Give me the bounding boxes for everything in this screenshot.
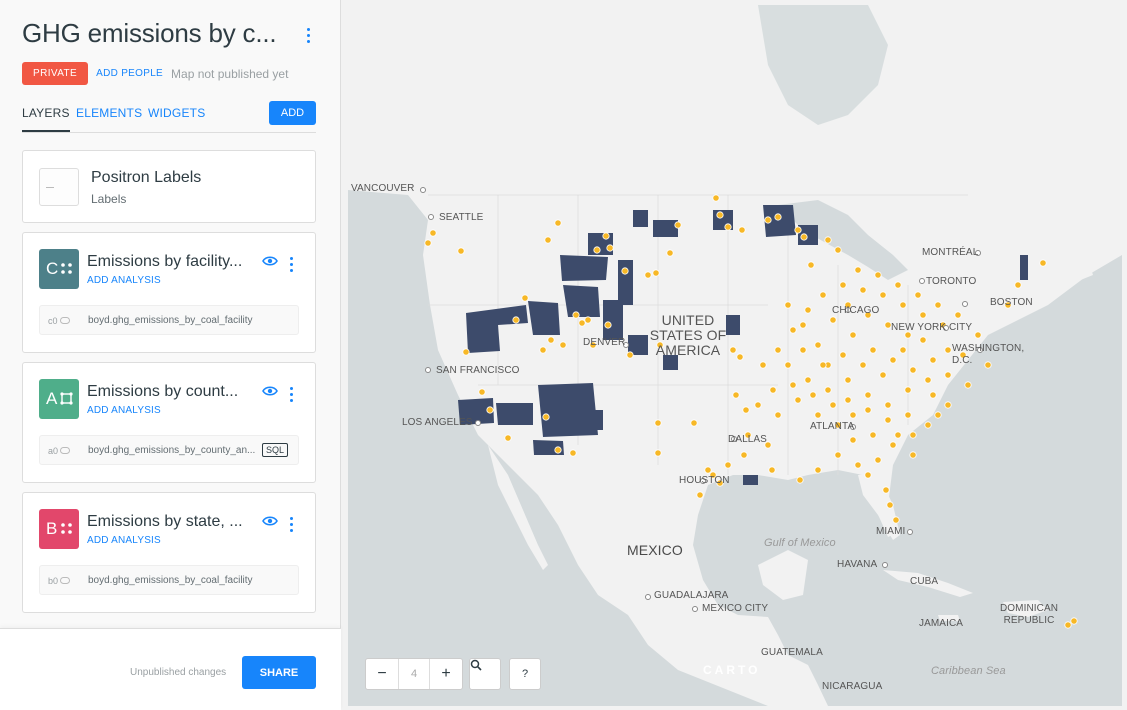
source-name: boyd.ghg_emissions_by_coal_facility <box>88 575 253 586</box>
sidebar-footer: Unpublished changes SHARE <box>0 628 341 710</box>
layer-title[interactable]: Emissions by facility... <box>87 253 253 271</box>
map-label-seattle: SEATTLE <box>439 212 484 223</box>
layer-title[interactable]: Emissions by state, ... <box>87 513 253 531</box>
map-canvas[interactable]: VANCOUVER SEATTLE MONTRÉAL TORONTO BOSTO… <box>348 5 1122 706</box>
layer-source[interactable]: b0 boyd.ghg_emissions_by_coal_facility <box>39 565 299 595</box>
eye-icon[interactable] <box>262 514 278 528</box>
add-analysis-link[interactable]: ADD ANALYSIS <box>87 405 161 416</box>
layer-source[interactable]: a0 boyd.ghg_emissions_by_county_an... SQ… <box>39 435 299 465</box>
editor-tabs: LAYERS ELEMENTS WIDGETS ADD <box>22 100 316 133</box>
map-title[interactable]: GHG emissions by c... <box>22 18 277 49</box>
tab-elements[interactable]: ELEMENTS <box>76 106 142 120</box>
map-label-guadalajara: GUADALAJARA <box>654 590 729 601</box>
map-label-denver: DENVER <box>583 337 626 348</box>
layer-title[interactable]: Emissions by count... <box>87 383 253 401</box>
map-label-dallas: DALLAS <box>728 434 767 445</box>
source-toggle-icon <box>60 447 70 454</box>
map-label-atlanta: ATLANTA <box>810 421 855 432</box>
map-label-usa: UNITED STATES OF AMERICA <box>649 312 727 358</box>
unpublished-status: Unpublished changes <box>130 667 227 678</box>
add-layer-button[interactable]: ADD <box>269 101 316 125</box>
layer-card-county[interactable]: A Emissions by count... ADD ANALYSIS a0 … <box>22 362 316 483</box>
map-options-menu-icon[interactable] <box>300 24 316 48</box>
map-label-jamaica: JAMAICA <box>919 618 964 629</box>
map-label-boston: BOSTON <box>990 297 1033 308</box>
map-label-guatemala: GUATEMALA <box>761 647 823 658</box>
eye-icon[interactable] <box>262 254 278 268</box>
map-label-montreal: MONTRÉAL <box>922 247 979 258</box>
map-label-mexico-city: MEXICO CITY <box>702 603 769 614</box>
zoom-level: 4 <box>397 659 431 689</box>
zoom-out-button[interactable]: − <box>366 659 398 689</box>
tab-layers[interactable]: LAYERS <box>22 106 70 132</box>
publish-status: Map not published yet <box>171 66 289 81</box>
layer-card-facility[interactable]: C Emissions by facility... ADD ANALYSIS … <box>22 232 316 353</box>
source-name: boyd.ghg_emissions_by_county_an... <box>88 445 256 456</box>
map-label-miami: MIAMI <box>876 526 906 537</box>
zoom-in-button[interactable]: + <box>430 659 462 689</box>
map-meta-row: PRIVATE ADD PEOPLE Map not published yet <box>22 62 288 85</box>
layer-source[interactable]: c0 boyd.ghg_emissions_by_coal_facility <box>39 305 299 335</box>
search-button[interactable] <box>469 658 501 690</box>
map-label-toronto: TORONTO <box>926 276 977 287</box>
zoom-control: − 4 + <box>365 658 463 690</box>
layer-letter-badge: C <box>39 249 79 289</box>
map-label-los-angeles: LOS ANGELES <box>402 417 473 428</box>
land-yucatan <box>758 550 808 600</box>
map-label-san-francisco: SAN FRANCISCO <box>436 365 520 376</box>
layer-menu-icon[interactable] <box>285 513 297 532</box>
layer-letter-badge: A <box>39 379 79 419</box>
map-label-nicaragua: NICARAGUA <box>822 681 883 692</box>
basemap-labels-card[interactable]: Positron Labels Labels <box>22 150 316 223</box>
layer-letter: A <box>46 389 58 408</box>
carto-logo: CARTO <box>703 663 761 677</box>
layer-card-state[interactable]: B Emissions by state, ... ADD ANALYSIS b… <box>22 492 316 613</box>
layer-letter-badge: B <box>39 509 79 549</box>
sql-badge[interactable]: SQL <box>262 443 289 457</box>
map-label-cuba: CUBA <box>910 576 939 587</box>
layer-letter: B <box>46 519 58 538</box>
source-toggle-icon <box>60 577 70 584</box>
add-people-link[interactable]: ADD PEOPLE <box>96 68 163 79</box>
share-button[interactable]: SHARE <box>242 656 316 689</box>
help-button[interactable]: ? <box>509 658 541 690</box>
eye-icon[interactable] <box>262 384 278 398</box>
points-icon <box>61 263 72 274</box>
editor-sidebar: GHG emissions by c... PRIVATE ADD PEOPLE… <box>0 0 341 710</box>
layer-letter: C <box>46 259 59 278</box>
layer-menu-icon[interactable] <box>285 253 297 272</box>
map-label-new-york: NEW YORK CITY <box>891 322 973 333</box>
tab-widgets[interactable]: WIDGETS <box>148 106 205 120</box>
basemap-title: Positron Labels <box>91 169 202 186</box>
basemap-thumbnail <box>39 168 79 206</box>
map-label-dominican-republic: DOMINICAN REPUBLIC <box>999 603 1059 626</box>
basemap-subtitle: Labels <box>91 192 127 206</box>
add-analysis-link[interactable]: ADD ANALYSIS <box>87 275 161 286</box>
map-label-mexico: MEXICO <box>627 542 683 558</box>
map-label-vancouver: VANCOUVER <box>351 183 415 194</box>
map-label-caribbean-sea: Caribbean Sea <box>931 665 1006 677</box>
map-label-houston: HOUSTON <box>679 475 730 486</box>
layer-menu-icon[interactable] <box>285 383 297 402</box>
map-label-chicago: CHICAGO <box>832 305 880 316</box>
map-label-havana: HAVANA <box>837 559 878 570</box>
source-id: c0 <box>48 316 58 326</box>
source-toggle-icon <box>60 317 70 324</box>
source-id: b0 <box>48 576 59 586</box>
add-analysis-link[interactable]: ADD ANALYSIS <box>87 535 161 546</box>
source-name: boyd.ghg_emissions_by_coal_facility <box>88 315 253 326</box>
map-label-gulf-of-mexico: Gulf of Mexico <box>764 537 836 549</box>
privacy-badge[interactable]: PRIVATE <box>22 62 89 85</box>
search-icon <box>470 659 482 671</box>
source-id: a0 <box>48 446 59 456</box>
points-icon <box>61 523 72 534</box>
polygon-icon <box>60 392 73 405</box>
map-label-washington: WASHINGTON, D.C. <box>952 343 1025 366</box>
